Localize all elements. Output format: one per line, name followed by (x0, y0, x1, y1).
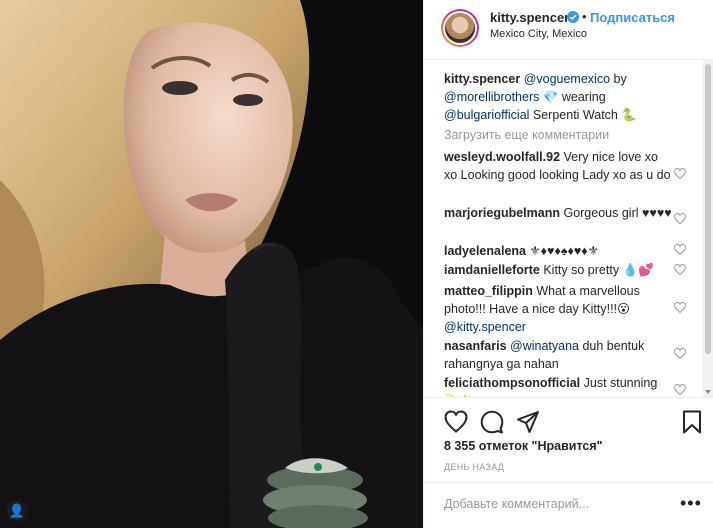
post-caption: kitty.spencer @voguemexico by @morellibr… (444, 70, 694, 124)
avatar-image (445, 13, 475, 43)
load-more-comments-button[interactable]: Загрузить еще комментарии (444, 128, 609, 142)
comment-mention[interactable]: @winatyana (510, 339, 579, 353)
caption-text: by (610, 72, 627, 86)
post-photo[interactable]: 👤 (0, 0, 423, 528)
post-location[interactable]: Mexico City, Mexico (490, 28, 587, 40)
bookmark-icon[interactable] (680, 410, 704, 434)
comment-mention[interactable]: @kitty.spencer (444, 320, 526, 334)
add-comment-bar: Добавьте комментарий... ••• (424, 482, 713, 529)
comment-text: Kitty so pretty 💧💕 (539, 263, 654, 277)
scrollbar-thumb[interactable] (705, 64, 711, 354)
comment-username[interactable]: ladyelenalena (444, 244, 526, 258)
portrait-illustration (0, 0, 423, 528)
caption-text: 💎 wearing (539, 90, 606, 104)
comment-item: iamdanielleforte Kitty so pretty 💧💕 (444, 261, 674, 279)
comment-item: marjoriegubelmann Gorgeous girl ♥♥♥♥ (444, 204, 674, 222)
post-actions: 8 355 отметок "Нравится" ДЕНЬ НАЗАД Доба… (424, 397, 713, 517)
comment-input[interactable]: Добавьте комментарий... (444, 497, 589, 511)
person-tag-icon[interactable]: 👤 (6, 500, 28, 522)
comment-item: feliciathompsonofficial Just stunning 💫✨ (444, 374, 674, 397)
header-separator: • (582, 9, 587, 24)
share-icon[interactable] (516, 410, 540, 434)
likes-count[interactable]: 8 355 отметок "Нравится" (444, 439, 603, 453)
heart-icon[interactable] (674, 213, 686, 224)
comment-username[interactable]: nasanfaris (444, 339, 507, 353)
heart-icon[interactable] (674, 348, 686, 359)
post-header: kitty.spencer • Подписаться Mexico City,… (424, 0, 713, 60)
heart-icon[interactable] (674, 264, 686, 275)
post-side-panel: kitty.spencer • Подписаться Mexico City,… (423, 0, 713, 528)
comments-feed[interactable]: kitty.spencer @voguemexico by @morellibr… (424, 60, 713, 397)
scroll-down-arrow-icon[interactable] (705, 390, 711, 394)
more-options-icon[interactable]: ••• (680, 493, 702, 514)
comment-username[interactable]: matteo_filippin (444, 284, 533, 298)
comments-scrollbar[interactable] (703, 60, 713, 397)
caption-mention[interactable]: @bulgariofficial (444, 108, 529, 122)
caption-mention[interactable]: @voguemexico (524, 72, 610, 86)
comment-item: matteo_filippin What a marvellous photo!… (444, 282, 674, 336)
caption-username[interactable]: kitty.spencer (444, 72, 520, 86)
avatar-ring (443, 11, 477, 45)
comment-icon[interactable] (480, 410, 504, 434)
comment-item: ladyelenalena ⚜♦♥♦♠♦♥♦⚜ (444, 242, 674, 260)
heart-icon[interactable] (674, 384, 686, 395)
heart-icon[interactable] (674, 168, 686, 179)
comment-username[interactable]: wesleyd.woolfall.92 (444, 150, 560, 164)
comment-item: wesleyd.woolfall.92 Very nice love xo xo… (444, 148, 674, 184)
post-username[interactable]: kitty.spencer (490, 10, 569, 25)
comment-username[interactable]: marjoriegubelmann (444, 206, 560, 220)
caption-text: Serpenti Watch 🐍 (529, 108, 637, 122)
caption-mention[interactable]: @morellibrothers (444, 90, 539, 104)
heart-icon[interactable] (674, 244, 686, 255)
follow-button[interactable]: Подписаться (590, 10, 675, 25)
verified-badge-icon (567, 11, 579, 23)
comment-text: ⚜♦♥♦♠♦♥♦⚜ (526, 244, 599, 258)
post-timestamp[interactable]: ДЕНЬ НАЗАД (444, 462, 504, 472)
comment-item: nasanfaris @winatyana duh bentuk rahangn… (444, 337, 674, 373)
avatar[interactable] (441, 9, 479, 47)
comment-username[interactable]: feliciathompsonofficial (444, 376, 580, 390)
heart-icon[interactable] (444, 410, 468, 434)
comment-username[interactable]: iamdanielleforte (444, 263, 540, 277)
heart-icon[interactable] (674, 302, 686, 313)
comment-text: Gorgeous girl ♥♥♥♥ (560, 206, 672, 220)
